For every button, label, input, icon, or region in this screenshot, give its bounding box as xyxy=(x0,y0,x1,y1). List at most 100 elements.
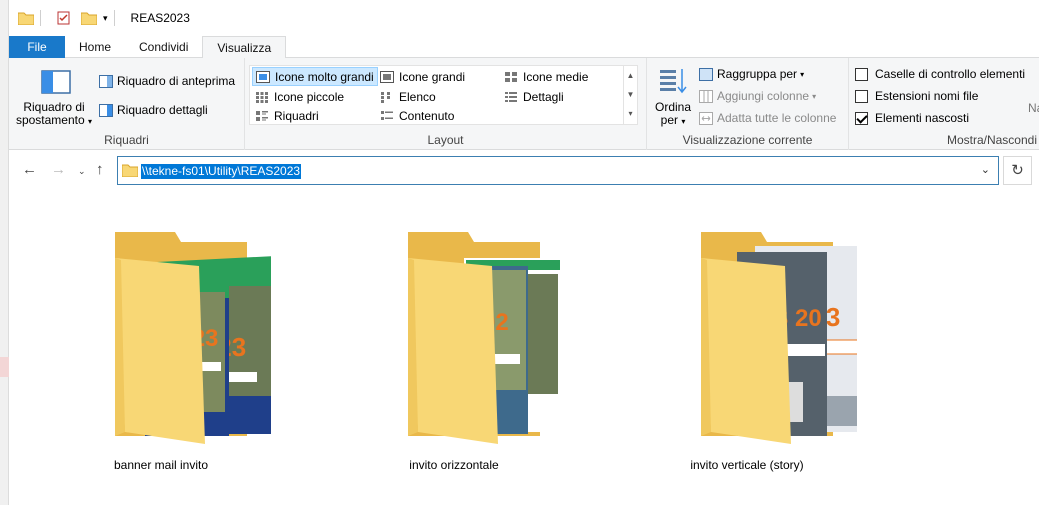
scroll-up-icon[interactable]: ▲ xyxy=(624,66,637,85)
up-arrow-icon[interactable]: ↑ xyxy=(96,161,104,178)
tiles-icon xyxy=(256,110,268,121)
dropdown-arrow-icon: ▾ xyxy=(812,91,817,101)
add-columns-button[interactable]: Aggiungi colonne ▾ xyxy=(699,89,816,103)
file-view: S2023 S2023 banner mail invito 023 S 202 xyxy=(9,191,1039,505)
extra-large-icons-icon xyxy=(256,70,270,83)
details-pane-icon xyxy=(99,103,113,117)
dropdown-arrow-icon: ▾ xyxy=(681,117,686,126)
folder-item[interactable]: 023 S 202 invito orizzontale xyxy=(354,226,562,476)
add-columns-label: Aggiungi colonne xyxy=(717,89,810,103)
customize-qat-icon[interactable]: ▾ xyxy=(103,13,108,24)
folder-item[interactable]: NE 023 TEK EAS 20 invito verticale (stor… xyxy=(647,226,857,476)
folder-thumbnail: NE 023 TEK EAS 20 xyxy=(701,232,857,444)
folder-name[interactable]: banner mail invito xyxy=(61,458,261,472)
truncated-label: Na xyxy=(1028,101,1039,115)
address-dropdown-icon[interactable]: ⌄ xyxy=(981,163,990,176)
layout-extra-large-icons[interactable]: Icone molto grandi xyxy=(252,67,378,86)
navigation-pane-button[interactable]: Riquadro di spostamento ▾ xyxy=(13,64,95,130)
hidden-items-label: Elementi nascosti xyxy=(875,111,970,125)
layout-list[interactable]: Elenco xyxy=(377,87,439,106)
back-arrow-icon[interactable]: ← xyxy=(22,161,37,178)
tab-share[interactable]: Condividi xyxy=(125,36,202,58)
address-bar[interactable]: \\tekne-fs01\Utility\REAS2023 ⌄ xyxy=(117,156,999,185)
tab-view[interactable]: Visualizza xyxy=(202,36,287,59)
preview-pane-button[interactable]: Riquadro di anteprima xyxy=(99,74,235,88)
group-label: Riquadri xyxy=(104,133,149,147)
item-checkboxes-toggle[interactable]: Caselle di controllo elementi xyxy=(855,67,1025,81)
group-by-label: Raggruppa per xyxy=(717,67,798,81)
group-label: Mostra/Nascondi xyxy=(946,133,1037,147)
small-icons-icon xyxy=(256,91,268,103)
address-path[interactable]: \\tekne-fs01\Utility\REAS2023 xyxy=(141,164,302,179)
list-icon xyxy=(381,91,390,103)
group-by-button[interactable]: Raggruppa per ▾ xyxy=(699,67,804,81)
medium-icons-icon xyxy=(505,71,517,82)
folder-item[interactable]: S2023 S2023 banner mail invito xyxy=(61,226,271,476)
checkbox[interactable] xyxy=(855,89,868,103)
layout-large-icons[interactable]: Icone grandi xyxy=(377,67,468,86)
folder-icon xyxy=(18,12,34,25)
layout-content[interactable]: Contenuto xyxy=(377,106,457,125)
separator xyxy=(113,10,115,26)
layout-details[interactable]: Dettagli xyxy=(501,87,567,106)
folder-thumbnail: 023 S 202 xyxy=(408,232,562,444)
preview-pane-icon xyxy=(99,74,113,88)
content-icon xyxy=(381,110,393,120)
details-pane-label: Riquadro dettagli xyxy=(117,103,208,117)
layout-item-label: Dettagli xyxy=(523,89,564,104)
layout-medium-icons[interactable]: Icone medie xyxy=(501,67,591,86)
layout-item-label: Elenco xyxy=(399,89,436,104)
checkbox[interactable] xyxy=(855,67,868,81)
new-folder-icon[interactable] xyxy=(81,11,97,25)
dropdown-arrow-icon: ▾ xyxy=(800,69,805,79)
group-show-hide: Caselle di controllo elementi Estensioni… xyxy=(849,58,1039,150)
add-columns-icon xyxy=(699,89,713,103)
fit-columns-button[interactable]: Adatta tutte le colonne xyxy=(699,111,836,125)
file-extensions-label: Estensioni nomi file xyxy=(875,89,979,103)
large-icons-icon xyxy=(380,70,394,83)
layout-tiles[interactable]: Riquadri xyxy=(252,106,322,125)
checkbox-checked[interactable] xyxy=(855,111,868,125)
sort-by-button[interactable]: Ordina per ▾ xyxy=(651,64,695,130)
folder-name[interactable]: invito orizzontale xyxy=(354,458,554,472)
folder-name[interactable]: invito verticale (story) xyxy=(647,458,847,472)
layout-small-icons[interactable]: Icone piccole xyxy=(252,87,347,106)
details-icon xyxy=(505,91,517,102)
group-panes: Riquadro di spostamento ▾ Riquadro di an… xyxy=(9,58,245,150)
group-current-view: Ordina per ▾ Raggruppa per ▾ Aggiungi col… xyxy=(647,58,849,150)
fit-columns-icon xyxy=(699,111,713,125)
ribbon: Riquadro di spostamento ▾ Riquadro di an… xyxy=(9,58,1039,150)
tab-file[interactable]: File xyxy=(9,36,65,58)
title-bar: ▾ REAS2023 xyxy=(9,0,1039,36)
layout-item-label: Icone grandi xyxy=(399,69,466,84)
window-title: REAS2023 xyxy=(130,11,190,25)
scroll-down-icon[interactable]: ▼ xyxy=(624,85,637,104)
layout-gallery: Icone molto grandi Icone grandi Icone me… xyxy=(249,65,638,125)
sort-by-label: Ordina per xyxy=(654,100,692,127)
recent-locations-icon[interactable]: ⌄ xyxy=(78,166,86,177)
item-checkboxes-label: Caselle di controllo elementi xyxy=(875,67,1026,81)
fit-columns-label: Adatta tutte le colonne xyxy=(717,111,837,125)
layout-item-label: Icone piccole xyxy=(274,89,345,104)
group-by-icon xyxy=(699,67,713,81)
gallery-scrollbar[interactable]: ▲ ▼ ▾ xyxy=(623,66,637,124)
file-extensions-toggle[interactable]: Estensioni nomi file xyxy=(855,89,978,103)
forward-arrow-icon[interactable]: → xyxy=(51,161,66,178)
details-pane-button[interactable]: Riquadro dettagli xyxy=(99,103,208,117)
layout-item-label: Icone molto grandi xyxy=(275,69,374,84)
group-layout: Icone molto grandi Icone grandi Icone me… xyxy=(245,58,647,150)
group-label: Visualizzazione corrente xyxy=(682,133,813,147)
layout-item-label: Contenuto xyxy=(399,108,455,123)
navigation-pane-label: Riquadro di spostamento xyxy=(15,100,85,127)
navigation-bar: ← → ⌄ ↑ \\tekne-fs01\Utility\REAS2023 ⌄ … xyxy=(9,151,1039,191)
ribbon-tabs: File Home Condividi Visualizza xyxy=(9,36,1039,59)
gallery-more-icon[interactable]: ▾ xyxy=(624,104,637,123)
folder-icon xyxy=(122,164,138,177)
sort-icon xyxy=(660,69,687,94)
hidden-items-toggle[interactable]: Elementi nascosti xyxy=(855,111,969,125)
refresh-icon[interactable]: ↻ xyxy=(1003,156,1032,185)
hide-selected-truncated[interactable]: Na xyxy=(1028,101,1039,115)
folder-thumbnail: S2023 S2023 xyxy=(115,232,271,444)
properties-icon[interactable] xyxy=(56,11,72,25)
tab-home[interactable]: Home xyxy=(65,36,125,58)
